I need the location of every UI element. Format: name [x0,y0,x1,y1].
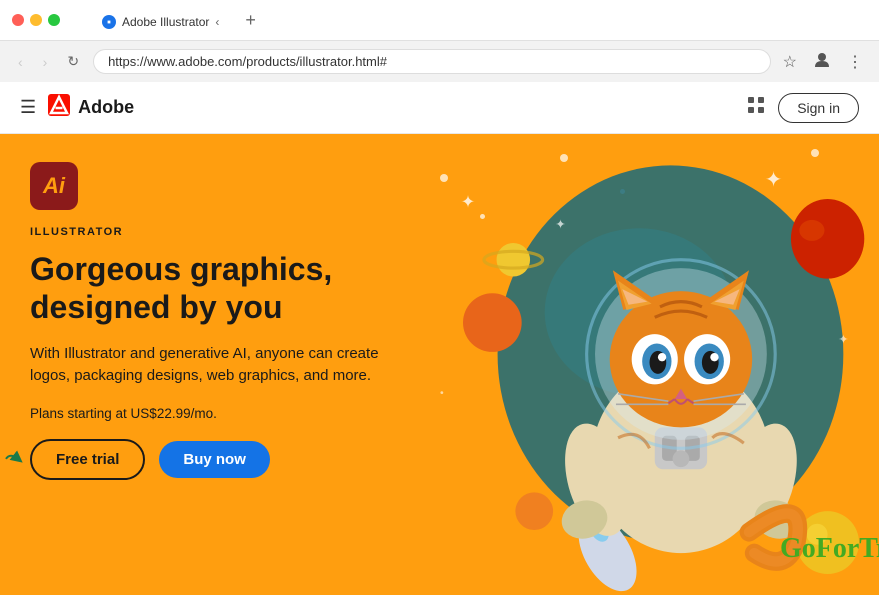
product-label: ILLUSTRATOR [30,226,390,238]
adobe-logo[interactable]: Adobe [48,94,134,122]
plans-text: Plans starting at US$22.99/mo. [30,406,390,421]
adobe-header: ☰ Adobe Sign in [0,82,879,134]
url-text: https://www.adobe.com/products/illustrat… [108,54,387,69]
apps-grid-icon[interactable] [746,95,766,120]
adobe-logo-icon [48,94,70,122]
hero-illustration: ✦ ✦ ✦ • ✦ GoForTrial Orange astronaut ca… [420,134,879,595]
profile-button[interactable] [809,46,835,77]
buy-now-button[interactable]: Buy now [159,441,270,478]
traffic-lights [12,14,60,26]
close-button[interactable] [12,14,24,26]
svg-text:✦: ✦ [838,333,849,347]
new-tab-button[interactable]: + [237,6,264,35]
tab-close-button[interactable]: ‹ [215,15,219,29]
hamburger-menu[interactable]: ☰ [20,97,36,118]
address-bar[interactable]: https://www.adobe.com/products/illustrat… [93,49,771,74]
free-trial-button[interactable]: Free trial [30,439,145,480]
cta-buttons: Free trial Buy now [30,439,390,480]
hero-title: Gorgeous graphics, designed by you [30,250,390,327]
adobe-logo-text: Adobe [78,97,134,118]
refresh-button[interactable]: ↻ [61,49,85,74]
active-tab[interactable]: Adobe Illustrator ‹ [88,9,233,35]
minimize-button[interactable] [30,14,42,26]
hero-section: Ai ILLUSTRATOR Gorgeous graphics, design… [0,134,879,595]
hero-description: With Illustrator and generative AI, anyo… [30,343,390,388]
illustrator-logo-text: Ai [43,173,65,199]
forward-button[interactable]: › [37,50,54,74]
illustrator-logo: Ai [30,162,78,210]
hero-left: Ai ILLUSTRATOR Gorgeous graphics, design… [0,134,420,595]
nav-actions: ☆ ⋮ [779,46,867,77]
svg-text:✦: ✦ [555,217,566,231]
maximize-button[interactable] [48,14,60,26]
svg-text:✦: ✦ [461,192,475,211]
tab-title-text: Adobe Illustrator [122,15,209,29]
svg-text:•: • [440,388,444,399]
goforial-text: GoForTrial [780,533,879,565]
svg-text:✦: ✦ [765,168,783,191]
back-button[interactable]: ‹ [12,50,29,74]
arrow-indicator [2,445,26,474]
nav-bar: ‹ › ↻ https://www.adobe.com/products/ill… [0,40,879,82]
tab-favicon [102,15,116,29]
cat-svg: ✦ ✦ ✦ • ✦ [420,134,879,595]
title-bar: Adobe Illustrator ‹ + [0,0,879,40]
sign-in-button[interactable]: Sign in [778,93,859,123]
tab-bar: Adobe Illustrator ‹ + [76,6,867,35]
menu-button[interactable]: ⋮ [843,48,867,76]
browser-chrome: Adobe Illustrator ‹ + ‹ › ↻ https://www.… [0,0,879,82]
bookmark-button[interactable]: ☆ [779,48,801,76]
